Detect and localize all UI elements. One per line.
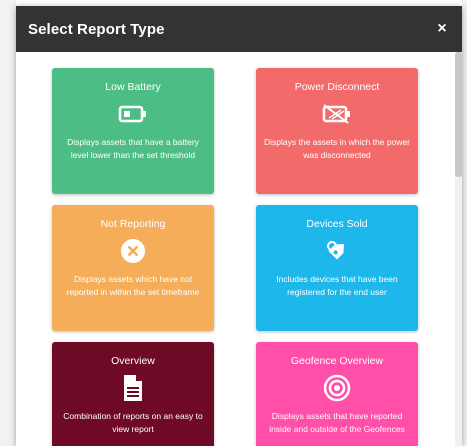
report-type-grid: Low Battery Displays assets that have a …: [16, 52, 462, 446]
scrollbar[interactable]: [455, 52, 462, 446]
power-disconnect-icon: [264, 98, 410, 130]
close-button[interactable]: ×: [434, 20, 450, 38]
report-card-overview[interactable]: Overview Combination of reports on an ea…: [52, 342, 214, 446]
report-card-devices-sold[interactable]: Devices Sold Includes devices that have …: [256, 205, 418, 331]
card-description: Displays the assets in which the power w…: [264, 137, 410, 160]
background-right: [462, 0, 467, 446]
report-card-low-battery[interactable]: Low Battery Displays assets that have a …: [52, 68, 214, 194]
select-report-type-modal: Select Report Type × Low Battery Display…: [16, 6, 462, 446]
modal-header: Select Report Type ×: [16, 6, 462, 52]
modal-title: Select Report Type: [28, 20, 165, 38]
scrollbar-thumb[interactable]: [455, 52, 462, 177]
close-circle-icon: [60, 235, 206, 267]
document-icon: [60, 372, 206, 404]
card-title: Power Disconnect: [294, 81, 380, 93]
tag-icon: [264, 235, 410, 267]
modal-body: Low Battery Displays assets that have a …: [16, 52, 462, 446]
background-left: [0, 0, 16, 446]
geofence-icon: [264, 372, 410, 404]
card-title: Overview: [111, 355, 155, 367]
battery-icon: [60, 98, 206, 130]
card-title: Geofence Overview: [290, 355, 384, 367]
card-title: Devices Sold: [306, 218, 368, 230]
card-description: Displays assets that have a battery leve…: [67, 137, 199, 160]
card-title: Low Battery: [105, 81, 161, 93]
card-description: Includes devices that have been register…: [276, 274, 398, 297]
card-description: Combination of reports on an easy to vie…: [63, 411, 203, 434]
report-card-power-disconnect[interactable]: Power Disconnect Displays the assets in …: [256, 68, 418, 194]
page: Select Report Type × Low Battery Display…: [0, 0, 467, 446]
report-card-geofence-overview[interactable]: Geofence Overview Displays assets that h…: [256, 342, 418, 446]
report-card-not-reporting[interactable]: Not Reporting Displays assets which have…: [52, 205, 214, 331]
card-description: Displays assets that have reported insid…: [269, 411, 405, 434]
card-description: Displays assets which have not reported …: [66, 274, 200, 297]
card-title: Not Reporting: [100, 218, 166, 230]
